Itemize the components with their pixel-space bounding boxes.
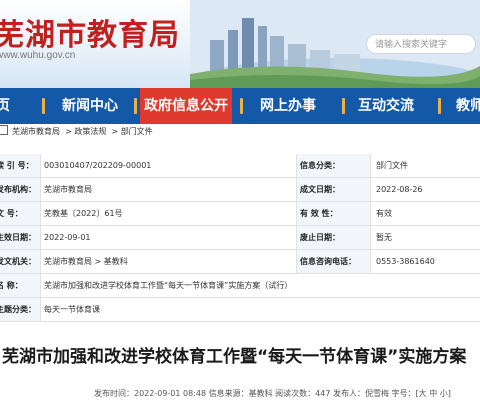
table-row: 索 引 号： 003010407/202209-00001 信息分类： 部门文件	[0, 154, 480, 178]
breadcrumb-item[interactable]: 政策法规	[74, 127, 106, 136]
label-effective-date: 生效日期：	[0, 233, 36, 242]
value-issuing-office: 芜湖市教育局 > 基教科	[44, 257, 128, 266]
site-header: 芜湖市教育局 www.wuhu.gov.cn 请输入搜索关键字	[0, 0, 480, 88]
nav-separator	[240, 98, 243, 114]
nav-separator	[134, 98, 137, 114]
label-repeal-date: 废止日期：	[300, 233, 340, 242]
label-validity: 有 效 性：	[300, 209, 338, 218]
value-doc-name: 芜湖市加强和改进学校体育工作暨“每天一节体育课”实施方案（试行）	[44, 281, 293, 290]
label-topic: 主题分类：	[0, 305, 36, 314]
search-input[interactable]: 请输入搜索关键字	[366, 34, 476, 54]
article-meta: 发布时间：2022-09-01 08:48 信息来源：基教科 阅读次数：447 …	[94, 389, 451, 398]
breadcrumb: 芜湖市教育局 > 政策法规 > 部门文件	[0, 124, 480, 140]
label-inquiry-phone: 信息咨询电话：	[300, 257, 356, 266]
main-navbar: 页 新闻中心 政府信息公开 网上办事 互动交流 教师	[0, 88, 480, 124]
value-index: 003010407/202209-00001	[44, 161, 152, 170]
label-category: 信息分类：	[300, 161, 340, 170]
value-publisher: 芜湖市教育局	[44, 185, 92, 194]
table-row: 发文机关： 芜湖市教育局 > 基教科 信息咨询电话： 0553-3861640	[0, 250, 480, 274]
nav-separator	[342, 98, 345, 114]
value-effective-date: 2022-09-01	[44, 233, 91, 242]
value-topic: 每天一节体育课	[44, 305, 100, 314]
table-row: 名 称： 芜湖市加强和改进学校体育工作暨“每天一节体育课”实施方案（试行）	[0, 274, 480, 298]
article-title: 芜湖市加强和改进学校体育工作暨“每天一节体育课”实施方案	[2, 347, 467, 367]
nav-item-online-services[interactable]: 网上办事	[260, 88, 316, 124]
nav-item-news-center[interactable]: 新闻中心	[62, 88, 118, 124]
table-row: 主题分类： 每天一节体育课	[0, 298, 480, 322]
nav-item-teachers[interactable]: 教师	[456, 88, 480, 124]
table-row: 生效日期： 2022-09-01 废止日期： 暂无	[0, 226, 480, 250]
site-domain: www.wuhu.gov.cn	[0, 50, 76, 61]
nav-separator	[42, 98, 45, 114]
label-issuing-office: 发文机关：	[0, 257, 36, 266]
breadcrumb-item[interactable]: 芜湖市教育局	[12, 127, 60, 136]
table-row: 发布机构： 芜湖市教育局 成文日期： 2022-08-26	[0, 178, 480, 202]
value-validity: 有效	[376, 209, 392, 218]
table-row: 文 号： 芜教基〔2022〕61号 有 效 性： 有效	[0, 202, 480, 226]
value-doc-number: 芜教基〔2022〕61号	[44, 209, 123, 218]
value-category: 部门文件	[376, 161, 408, 170]
site-title[interactable]: 芜湖市教育局	[0, 10, 180, 54]
nav-item-home[interactable]: 页	[0, 88, 10, 124]
home-icon[interactable]	[0, 125, 8, 135]
nav-item-interaction[interactable]: 互动交流	[358, 88, 414, 124]
label-written-date: 成文日期：	[300, 185, 340, 194]
label-doc-number: 文 号：	[0, 209, 23, 218]
value-inquiry-phone: 0553-3861640	[376, 257, 435, 266]
value-repeal-date: 暂无	[376, 233, 392, 242]
label-doc-name: 名 称：	[0, 281, 23, 290]
breadcrumb-item[interactable]: 部门文件	[121, 127, 153, 136]
label-index: 索 引 号：	[0, 161, 34, 170]
label-publisher: 发布机构：	[0, 185, 36, 194]
value-written-date: 2022-08-26	[376, 185, 423, 194]
nav-item-gov-info-public[interactable]: 政府信息公开	[140, 88, 232, 124]
nav-separator	[438, 98, 441, 114]
